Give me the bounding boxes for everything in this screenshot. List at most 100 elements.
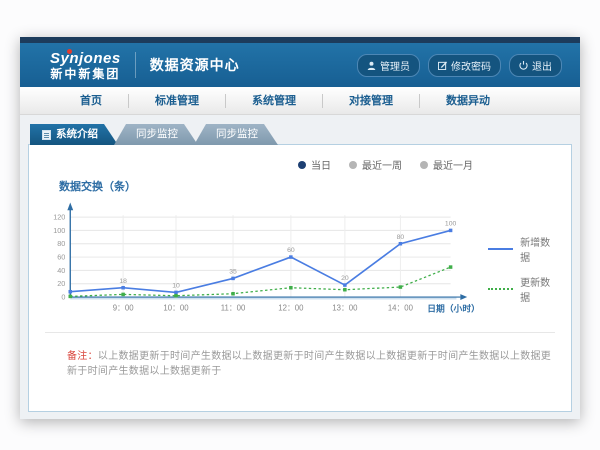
x-tick-label: 11：00 bbox=[221, 304, 246, 313]
line-chart: 0 20 40 60 80 100 120 9：00 10：00 11：00 12：00 13：00 1… bbox=[41, 196, 482, 324]
tab-sync-monitor-2-label: 同步监控 bbox=[216, 124, 258, 145]
x-tick-label: 12：00 bbox=[278, 304, 304, 313]
nav-item-home[interactable]: 首页 bbox=[54, 87, 128, 115]
header-actions: 管理员 修改密码 退出 bbox=[357, 54, 562, 77]
admin-user-button[interactable]: 管理员 bbox=[357, 54, 420, 77]
data-point-label: 60 bbox=[287, 247, 295, 254]
power-icon bbox=[519, 61, 528, 70]
user-icon bbox=[367, 61, 376, 70]
y-tick-label: 60 bbox=[57, 253, 65, 262]
logo-text-cn: 新中新集团 bbox=[50, 68, 121, 80]
tab-bar: 系统介绍 同步监控 同步监控 bbox=[30, 124, 572, 145]
data-point-label: 20 bbox=[341, 275, 349, 282]
tab-system-intro[interactable]: 系统介绍 bbox=[30, 124, 118, 145]
tab-sync-monitor-2[interactable]: 同步监控 bbox=[194, 124, 278, 145]
data-point-label: 100 bbox=[445, 221, 457, 228]
footer-note: 备注：以上数据更新于时间产生数据以上数据更新于时间产生数据以上数据更新于时间产生… bbox=[67, 347, 559, 377]
nav-item-data-change[interactable]: 数据异动 bbox=[420, 87, 516, 115]
radio-dot-icon bbox=[298, 161, 306, 169]
note-divider bbox=[45, 332, 555, 333]
data-point bbox=[231, 277, 235, 281]
logout-button[interactable]: 退出 bbox=[509, 54, 562, 77]
nav-item-standard-mgmt[interactable]: 标准管理 bbox=[129, 87, 225, 115]
y-axis-title: 数据交换（条） bbox=[59, 178, 559, 194]
y-tick-label: 40 bbox=[57, 266, 65, 275]
app-window: Synjones 新中新集团 数据资源中心 管理员 修改密码 退出 bbox=[20, 37, 580, 419]
nav-item-system-mgmt[interactable]: 系统管理 bbox=[226, 87, 322, 115]
radio-dot-icon bbox=[420, 161, 428, 169]
data-point-label: 18 bbox=[119, 278, 127, 285]
x-tick-label: 13：00 bbox=[332, 304, 358, 313]
tab-sync-monitor-1-label: 同步监控 bbox=[136, 124, 178, 145]
y-tick-label: 80 bbox=[57, 239, 65, 248]
logout-label: 退出 bbox=[532, 58, 552, 73]
x-axis-title: 日期（小时） bbox=[427, 303, 480, 314]
data-point-label: 80 bbox=[397, 234, 405, 241]
note-prefix: 备注： bbox=[67, 351, 98, 362]
tab-sync-monitor-1[interactable]: 同步监控 bbox=[114, 124, 198, 145]
admin-user-label: 管理员 bbox=[380, 58, 410, 73]
change-password-label: 修改密码 bbox=[451, 58, 491, 73]
data-point bbox=[343, 288, 347, 292]
data-point bbox=[343, 283, 347, 287]
y-tick-label: 120 bbox=[53, 213, 65, 222]
legend-item-new-data: 新增数据 bbox=[488, 234, 559, 264]
chart-panel: 当日 最近一周 最近一月 数据交换（条） 0 20 40 60 80 100 120 9：00… bbox=[28, 144, 572, 412]
data-point bbox=[231, 292, 235, 296]
x-tick-label: 14：00 bbox=[388, 304, 414, 313]
x-axis-arrow-icon bbox=[460, 294, 467, 300]
radio-today[interactable]: 当日 bbox=[298, 157, 331, 172]
company-logo: Synjones 新中新集团 bbox=[50, 51, 121, 80]
data-point bbox=[174, 291, 178, 295]
document-icon bbox=[42, 130, 51, 140]
y-axis-arrow-icon bbox=[67, 202, 73, 210]
page-title: 数据资源中心 bbox=[150, 55, 240, 75]
data-point bbox=[289, 286, 293, 290]
app-header: Synjones 新中新集团 数据资源中心 管理员 修改密码 退出 bbox=[20, 43, 580, 87]
chart-row: 0 20 40 60 80 100 120 9：00 10：00 11：00 12：00 13：00 1… bbox=[41, 196, 559, 324]
data-point bbox=[174, 294, 178, 298]
data-point-label: 10 bbox=[172, 283, 180, 290]
desktop-background: Synjones 新中新集团 数据资源中心 管理员 修改密码 退出 bbox=[0, 0, 600, 450]
y-tick-label: 0 bbox=[61, 292, 65, 301]
change-password-button[interactable]: 修改密码 bbox=[428, 54, 501, 77]
data-point bbox=[69, 295, 73, 299]
solid-line-icon bbox=[488, 248, 513, 250]
logo-text-en: Synjones bbox=[50, 51, 121, 66]
radio-today-label: 当日 bbox=[311, 157, 331, 172]
series-line-updated bbox=[70, 267, 450, 296]
data-point bbox=[121, 286, 125, 290]
radio-dot-icon bbox=[349, 161, 357, 169]
y-tick-label: 100 bbox=[53, 226, 65, 235]
nav-item-interface-mgmt[interactable]: 对接管理 bbox=[323, 87, 419, 115]
time-range-filter: 当日 最近一周 最近一月 bbox=[41, 157, 559, 172]
radio-last-week-label: 最近一周 bbox=[362, 157, 402, 172]
data-point bbox=[449, 229, 453, 233]
header-divider bbox=[135, 52, 136, 78]
series-line-new bbox=[70, 230, 450, 292]
radio-last-month[interactable]: 最近一月 bbox=[420, 157, 473, 172]
legend-updated-data-label: 更新数据 bbox=[520, 274, 559, 304]
data-point bbox=[449, 265, 453, 269]
chart-legend: 新增数据 更新数据 bbox=[488, 234, 559, 314]
main-nav: 首页 标准管理 系统管理 对接管理 数据异动 bbox=[20, 87, 580, 115]
legend-item-updated-data: 更新数据 bbox=[488, 274, 559, 304]
dotted-line-icon bbox=[488, 288, 513, 290]
content-area: 系统介绍 同步监控 同步监控 当日 最 bbox=[20, 115, 580, 412]
data-point bbox=[69, 290, 73, 294]
data-point bbox=[399, 242, 403, 246]
data-point-label: 35 bbox=[229, 269, 237, 276]
y-tick-label: 20 bbox=[57, 279, 65, 288]
data-point bbox=[121, 293, 125, 297]
x-tick-label: 9：00 bbox=[113, 304, 134, 313]
legend-new-data-label: 新增数据 bbox=[520, 234, 559, 264]
radio-last-week[interactable]: 最近一周 bbox=[349, 157, 402, 172]
data-point bbox=[289, 255, 293, 259]
x-tick-label: 10：00 bbox=[163, 304, 189, 313]
logo-accent-dot bbox=[67, 49, 72, 54]
note-text: 以上数据更新于时间产生数据以上数据更新于时间产生数据以上数据更新于时间产生数据以… bbox=[67, 351, 551, 377]
radio-last-month-label: 最近一月 bbox=[433, 157, 473, 172]
data-point bbox=[399, 285, 403, 289]
tab-system-intro-label: 系统介绍 bbox=[56, 124, 98, 145]
edit-icon bbox=[438, 61, 447, 70]
